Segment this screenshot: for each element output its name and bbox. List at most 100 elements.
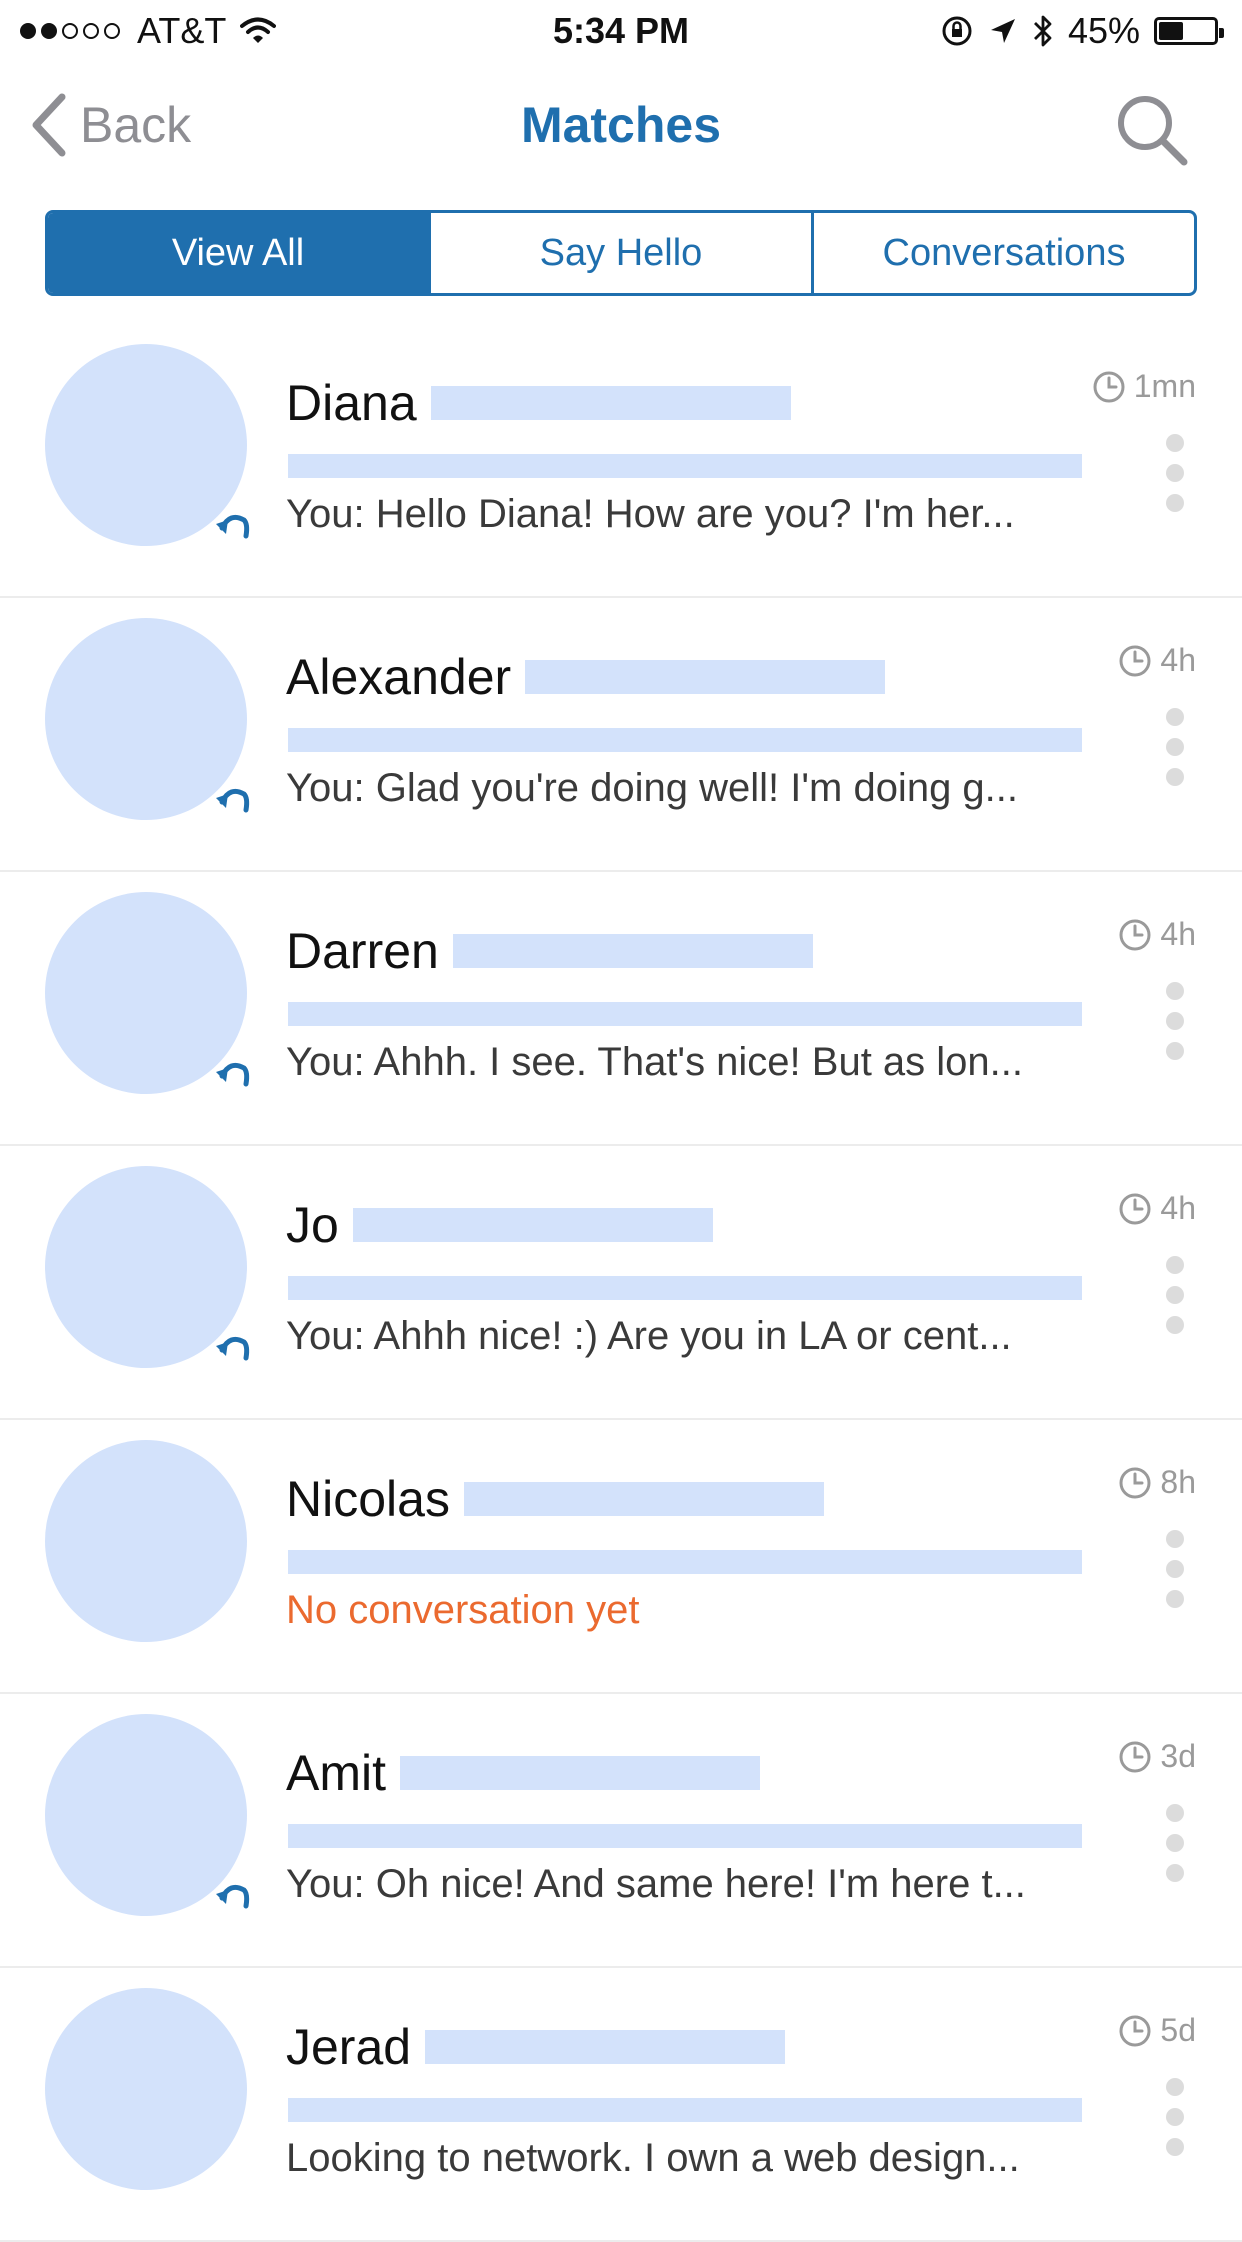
more-dot [1166,2138,1184,2156]
more-dot [1166,708,1184,726]
more-dot [1166,1834,1184,1852]
reply-icon [216,514,250,539]
more-vertical-icon[interactable] [1160,1804,1190,1894]
reply-icon [216,1062,250,1087]
status-right: 45% [926,10,1224,52]
redacted-subtitle [288,728,1082,752]
message-preview: No conversation yet [286,1588,640,1632]
more-dot [1166,1256,1184,1274]
more-vertical-icon[interactable] [1160,1256,1190,1346]
match-row[interactable]: Jo You: Ahhh nice! :) Are you in LA or ce… [0,1146,1242,1420]
match-row[interactable]: Alexander You: Glad you're doing well! I'… [0,598,1242,872]
more-dot [1166,1286,1184,1304]
clock-icon [1119,1741,1151,1772]
battery-nub [1219,28,1224,38]
timestamp: 4h [1118,642,1196,679]
reply-icon [216,1884,250,1909]
match-row[interactable]: Nicolas No conversation yet 8h [0,1420,1242,1694]
clock-icon [1119,1193,1151,1224]
match-name: Alexander [286,649,512,705]
match-name: Diana [286,375,417,431]
match-row[interactable]: Diana You: Hello Diana! How are you? I'm … [0,324,1242,598]
redacted-headline [431,386,791,420]
redacted-headline [525,660,885,694]
match-name: Jerad [286,2019,412,2075]
timestamp: 1mn [1092,368,1196,405]
more-dot [1166,1590,1184,1608]
more-vertical-icon[interactable] [1160,2078,1190,2168]
back-label: Back [80,97,192,153]
timestamp: 4h [1118,1190,1196,1227]
redacted-headline [425,2030,785,2064]
redacted-headline [353,1208,713,1242]
orientation-lock-icon [942,16,972,46]
match-list: Diana You: Hello Diana! How are you? I'm … [0,324,1242,2242]
clock-icon [1119,1467,1151,1498]
more-vertical-icon[interactable] [1160,982,1190,1072]
search-icon [1118,96,1188,166]
chevron-left-icon [32,93,66,157]
message-preview: You: Ahhh nice! :) Are you in LA or cent… [286,1314,1012,1358]
redacted-subtitle [288,1276,1082,1300]
battery-icon [1154,17,1224,45]
more-dot [1166,768,1184,786]
time-label: 8h [1160,1464,1196,1500]
reply-icon [216,1336,250,1361]
more-dot [1166,434,1184,452]
match-name: Nicolas [286,1471,450,1527]
time-label: 1mn [1133,368,1196,404]
nav-bar: Back Matches [0,62,1242,192]
message-preview: Looking to network. I own a web design..… [286,2136,1020,2180]
time-label: 4h [1160,642,1196,678]
clock-icon [1119,919,1151,950]
redacted-headline [453,934,813,968]
bluetooth-icon [1033,15,1052,47]
battery-level [1159,22,1184,40]
redacted-headline [464,1482,824,1516]
more-dot [1166,464,1184,482]
redacted-subtitle [288,2098,1082,2122]
avatar[interactable] [45,1440,247,1642]
tab-say-hello[interactable]: Say Hello [428,213,811,293]
message-preview: You: Hello Diana! How are you? I'm her..… [286,492,1015,536]
clock-icon [1093,371,1125,402]
more-vertical-icon[interactable] [1160,434,1190,524]
match-row[interactable]: Amit You: Oh nice! And same here! I'm her… [0,1694,1242,1968]
more-vertical-icon[interactable] [1160,1530,1190,1620]
search-button[interactable] [1112,90,1192,170]
more-dot [1166,1316,1184,1334]
message-preview: You: Glad you're doing well! I'm doing g… [286,766,1019,810]
timestamp: 5d [1118,2012,1196,2049]
more-dot [1166,1530,1184,1548]
status-bar: AT&T 5:34 PM 45% [0,0,1242,62]
tab-view-all[interactable]: View All [48,213,428,293]
match-name: Darren [286,923,439,979]
time-label: 4h [1160,1190,1196,1226]
avatar[interactable] [45,1988,247,2190]
tab-conversations[interactable]: Conversations [811,213,1194,293]
time-label: 3d [1160,1738,1196,1774]
more-dot [1166,1864,1184,1882]
segmented-control: View All Say Hello Conversations [45,210,1197,296]
redacted-headline [400,1756,760,1790]
more-dot [1166,1012,1184,1030]
timestamp: 8h [1118,1464,1196,1501]
more-vertical-icon[interactable] [1160,708,1190,798]
message-preview: You: Ahhh. I see. That's nice! But as lo… [286,1040,1024,1084]
more-dot [1166,2108,1184,2126]
more-dot [1166,1560,1184,1578]
match-name: Amit [286,1745,386,1801]
timestamp: 4h [1118,916,1196,953]
more-dot [1166,2078,1184,2096]
back-button[interactable]: Back [30,90,191,160]
more-dot [1166,1042,1184,1060]
more-dot [1166,982,1184,1000]
more-dot [1166,494,1184,512]
match-row[interactable]: Jerad Looking to network. I own a web des… [0,1968,1242,2242]
timestamp: 3d [1118,1738,1196,1775]
clock-icon [1119,2015,1151,2046]
redacted-subtitle [288,1550,1082,1574]
redacted-subtitle [288,1824,1082,1848]
match-row[interactable]: Darren You: Ahhh. I see. That's nice! But… [0,872,1242,1146]
battery-percent: 45% [1067,10,1140,51]
